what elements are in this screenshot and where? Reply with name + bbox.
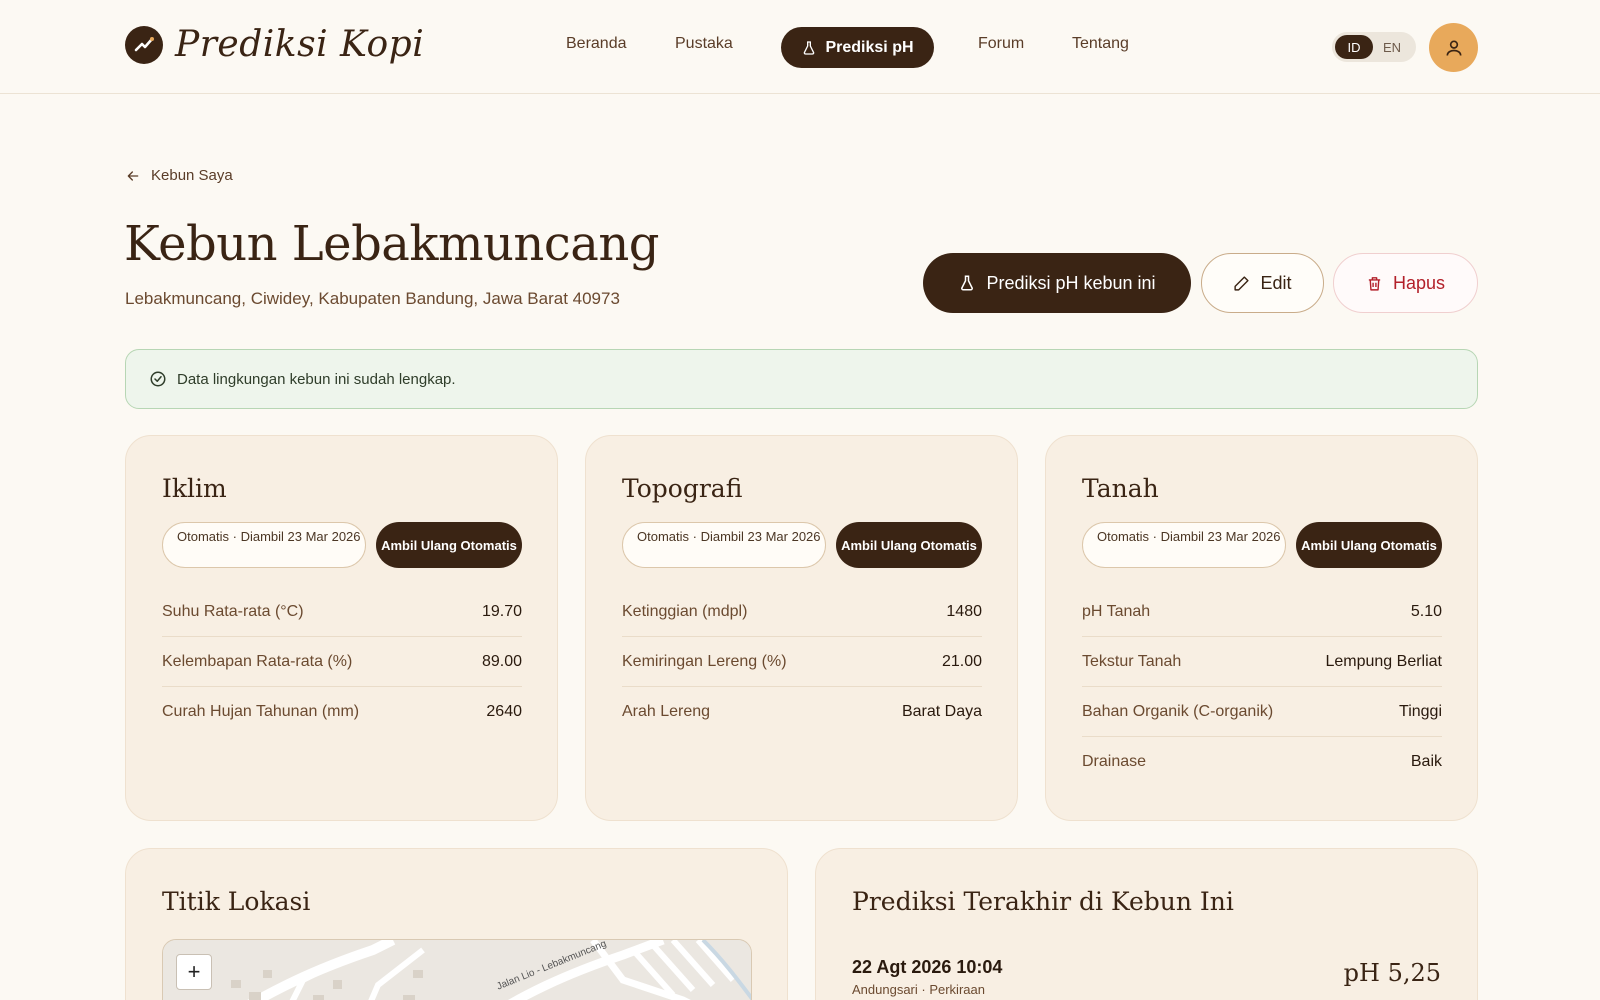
data-row: Kemiringan Lereng (%) 21.00: [622, 637, 982, 687]
climate-source-chip: Otomatis · Diambil 23 Mar 2026: [162, 522, 366, 568]
completeness-alert: Data lingkungan kebun ini sudah lengkap.: [125, 349, 1478, 409]
data-row: Curah Hujan Tahunan (mm) 2640: [162, 687, 522, 737]
soil-data-list: pH Tanah 5.10 Tekstur Tanah Lempung Berlia…: [1082, 587, 1442, 787]
climate-card-title: Iklim: [162, 474, 227, 503]
nav-pustaka[interactable]: Pustaka: [675, 35, 733, 53]
top-navbar: Prediksi Kopi Beranda Pustaka Prediksi p…: [0, 0, 1600, 94]
data-row: pH Tanah 5.10: [1082, 587, 1442, 637]
topography-data-list: Ketinggian (mdpl) 1480 Kemiringan Lereng …: [622, 587, 982, 737]
data-value: Lempung Berliat: [1325, 652, 1442, 670]
user-avatar-button[interactable]: [1429, 23, 1478, 72]
data-label: Curah Hujan Tahunan (mm): [162, 703, 360, 720]
lang-id-option[interactable]: ID: [1335, 35, 1373, 59]
climate-refetch-button[interactable]: Ambil Ulang Otomatis: [376, 522, 522, 568]
nav-beranda[interactable]: Beranda: [566, 35, 627, 53]
data-label: Drainase: [1082, 753, 1147, 770]
data-value: 5.10: [1410, 602, 1442, 620]
delete-button[interactable]: Hapus: [1333, 253, 1478, 313]
map-zoom-in-button[interactable]: +: [176, 954, 212, 990]
data-label: Tekstur Tanah: [1082, 652, 1182, 670]
location-map[interactable]: Jalan Lio - Lebakmuncang +: [162, 939, 752, 1000]
back-link[interactable]: Kebun Saya: [125, 167, 233, 184]
language-toggle: ID EN: [1332, 32, 1416, 62]
data-label: Bahan Organik (C-organik): [1082, 702, 1274, 720]
predict-ph-button[interactable]: Prediksi pH kebun ini: [923, 253, 1191, 313]
topography-card-title: Topografi: [622, 474, 743, 503]
data-row: Kelembapan Rata-rata (%) 89.00: [162, 637, 522, 687]
garden-address: Lebakmuncang, Ciwidey, Kabupaten Bandung…: [125, 289, 620, 308]
page-title: Kebun Lebakmuncang: [124, 216, 659, 272]
prediction-date: 22 Agt 2026 10:04: [852, 957, 1003, 977]
data-value: Baik: [1410, 753, 1442, 770]
latest-prediction-title: Prediksi Terakhir di Kebun Ini: [852, 887, 1234, 916]
data-value: 19.70: [481, 602, 522, 620]
arrow-left-icon: [127, 170, 139, 181]
lang-en-option[interactable]: EN: [1373, 35, 1411, 59]
soil-card-title: Tanah: [1082, 474, 1159, 503]
soil-refetch-button[interactable]: Ambil Ulang Otomatis: [1296, 522, 1442, 568]
latest-prediction-card: Prediksi Terakhir di Kebun Ini 22 Agt 20…: [815, 848, 1478, 1000]
location-card-title: Titik Lokasi: [162, 887, 311, 916]
data-row: Arah Lereng Barat Daya: [622, 687, 982, 737]
soil-source-chip: Otomatis · Diambil 23 Mar 2026: [1082, 522, 1286, 568]
alert-text: Data lingkungan kebun ini sudah lengkap.: [177, 370, 456, 388]
climate-card: Iklim Otomatis · Diambil 23 Mar 2026 Amb…: [125, 435, 558, 821]
nav-prediksi-ph-label: Prediksi pH: [825, 38, 914, 56]
data-label: pH Tanah: [1082, 602, 1151, 620]
data-value: Barat Daya: [901, 703, 982, 720]
data-label: Arah Lereng: [622, 703, 711, 720]
flask-icon: [804, 40, 815, 55]
data-row: Drainase Baik: [1082, 737, 1442, 787]
user-icon: [1446, 40, 1461, 56]
edit-button-label: Edit: [1260, 272, 1292, 293]
check-circle-icon: [150, 371, 166, 387]
back-link-label: Kebun Saya: [151, 167, 233, 184]
edit-button[interactable]: Edit: [1201, 253, 1324, 313]
pencil-icon: [1234, 275, 1250, 291]
data-value: 2640: [486, 703, 522, 720]
topography-source-chip: Otomatis · Diambil 23 Mar 2026: [622, 522, 826, 568]
data-label: Kelembapan Rata-rata (%): [162, 652, 353, 670]
data-row: Bahan Organik (C-organik) Tinggi: [1082, 687, 1442, 737]
map-tiles: [163, 940, 751, 1000]
prediction-meta: Andungsari · Perkiraan: [852, 982, 985, 997]
nav-tentang[interactable]: Tentang: [1072, 35, 1129, 53]
data-value: Tinggi: [1399, 702, 1442, 720]
data-label: Kemiringan Lereng (%): [622, 652, 787, 670]
data-label: Ketinggian (mdpl): [622, 602, 748, 620]
nav-prediksi-ph[interactable]: Prediksi pH: [781, 27, 934, 68]
climate-data-list: Suhu Rata-rata (°C) 19.70 Kelembapan Rata…: [162, 587, 522, 737]
data-value: 1480: [946, 602, 982, 620]
topography-refetch-button[interactable]: Ambil Ulang Otomatis: [836, 522, 982, 568]
trash-icon: [1368, 276, 1381, 291]
soil-card: Tanah Otomatis · Diambil 23 Mar 2026 Amb…: [1045, 435, 1478, 821]
data-row: Suhu Rata-rata (°C) 19.70: [162, 587, 522, 637]
predict-ph-button-label: Prediksi pH kebun ini: [986, 272, 1156, 293]
topography-card: Topografi Otomatis · Diambil 23 Mar 2026…: [585, 435, 1018, 821]
data-label: Suhu Rata-rata (°C): [162, 602, 304, 620]
location-card: Titik Lokasi Jalan Lio - Lebakmuncang +: [125, 848, 788, 1000]
data-value: 89.00: [481, 652, 522, 670]
data-value: 21.00: [941, 652, 982, 670]
flask-icon: [961, 275, 974, 291]
prediction-ph-value: pH 5,25: [1343, 959, 1441, 987]
data-row: Ketinggian (mdpl) 1480: [622, 587, 982, 637]
delete-button-label: Hapus: [1392, 272, 1446, 293]
nav-forum[interactable]: Forum: [978, 35, 1024, 53]
data-row: Tekstur Tanah Lempung Berliat: [1082, 637, 1442, 687]
